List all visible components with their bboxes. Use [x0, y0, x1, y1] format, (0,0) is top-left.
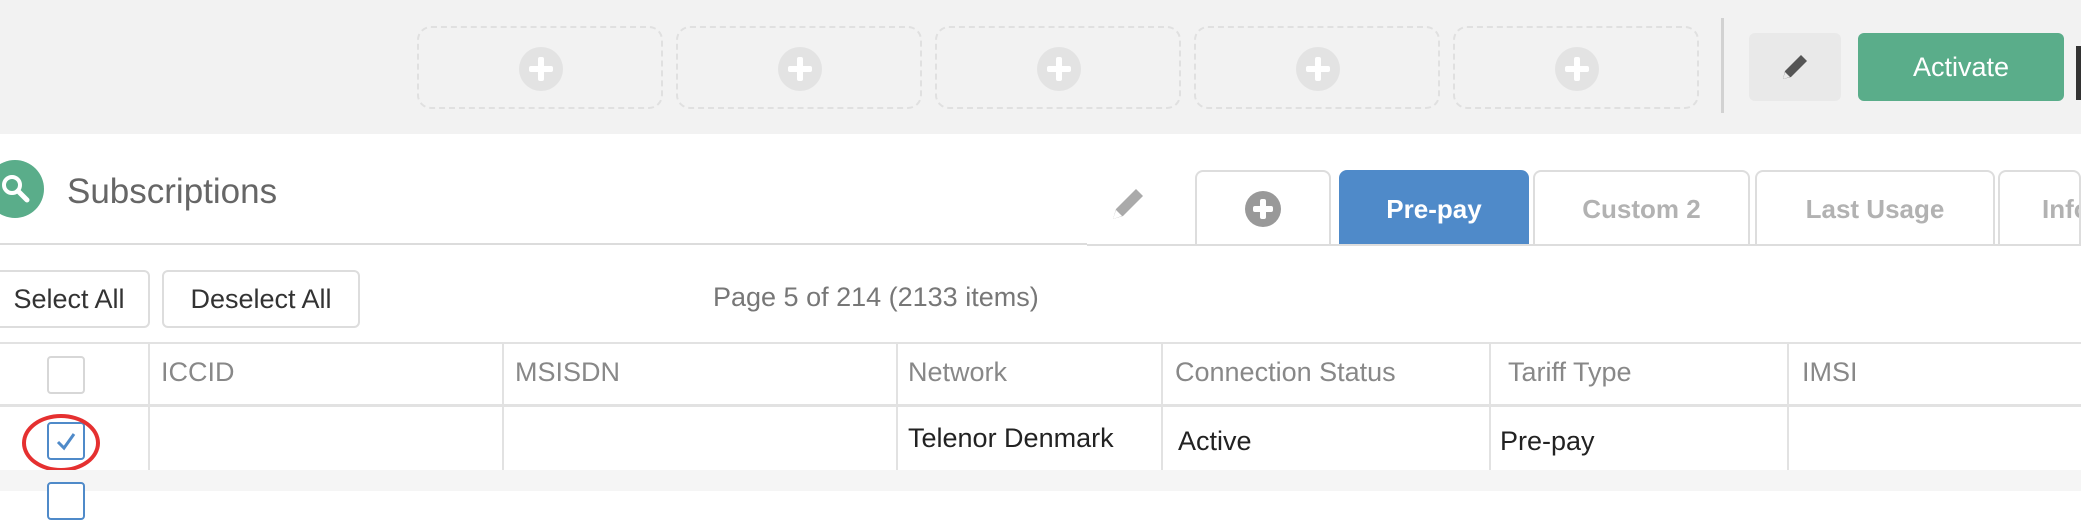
search-button[interactable] — [0, 160, 44, 218]
column-header-iccid[interactable]: ICCID — [161, 357, 235, 388]
column-header-tariff-type[interactable]: Tariff Type — [1508, 357, 1632, 388]
tabs-baseline — [1087, 244, 2081, 246]
tab-info[interactable]: Info — [1998, 170, 2081, 246]
tab-last-usage[interactable]: Last Usage — [1755, 170, 1995, 246]
add-slot[interactable] — [1453, 26, 1699, 109]
add-slot[interactable] — [676, 26, 922, 109]
add-slot[interactable] — [935, 26, 1181, 109]
edit-button[interactable] — [1749, 33, 1841, 101]
toolbar-next-button-edge[interactable] — [2076, 46, 2081, 100]
plus-circle-icon — [778, 47, 822, 91]
column-header-connection-status[interactable]: Connection Status — [1175, 357, 1396, 388]
cell-connection-status: Active — [1178, 426, 1252, 456]
tab-pre-pay[interactable]: Pre-pay — [1339, 170, 1529, 246]
cell-tariff-type: Pre-pay — [1500, 426, 1595, 456]
plus-circle-icon — [1555, 47, 1599, 91]
plus-circle-icon — [1296, 47, 1340, 91]
column-header-msisdn[interactable]: MSISDN — [515, 357, 620, 388]
plus-circle-icon — [1245, 191, 1281, 227]
column-header-network[interactable]: Network — [908, 357, 1007, 388]
cell-network: Telenor Denmark — [908, 423, 1114, 453]
toolbar-divider — [1721, 18, 1724, 113]
row-checkbox[interactable] — [47, 482, 85, 520]
edit-tabs-button[interactable] — [1110, 183, 1148, 228]
search-icon — [2, 175, 30, 203]
deselect-all-button[interactable]: Deselect All — [162, 270, 360, 328]
add-slot[interactable] — [1194, 26, 1440, 109]
pencil-icon — [1113, 189, 1143, 219]
column-divider — [1161, 344, 1163, 491]
title-divider — [0, 243, 1087, 245]
column-divider — [148, 344, 150, 491]
activate-button[interactable]: Activate — [1858, 33, 2064, 101]
column-header-imsi[interactable]: IMSI — [1802, 357, 1858, 388]
select-all-button[interactable]: Select All — [0, 270, 150, 328]
pencil-icon — [1783, 55, 1807, 79]
add-tab-button[interactable] — [1195, 170, 1331, 246]
add-slot[interactable] — [417, 26, 663, 109]
column-divider — [1787, 344, 1789, 491]
table-header-border — [0, 404, 2081, 407]
plus-circle-icon — [519, 47, 563, 91]
tab-custom-2[interactable]: Custom 2 — [1533, 170, 1750, 246]
pagination-info: Page 5 of 214 (2133 items) — [713, 282, 1039, 312]
page-title: Subscriptions — [67, 172, 278, 211]
select-all-checkbox[interactable] — [47, 356, 85, 394]
toolbar: Activate — [0, 0, 2081, 134]
column-divider — [502, 344, 504, 491]
table-row[interactable] — [0, 470, 2081, 520]
highlight-annotation — [22, 414, 100, 472]
column-divider — [896, 344, 898, 491]
table-top-border — [0, 342, 2081, 344]
column-divider — [1489, 344, 1491, 491]
plus-circle-icon — [1037, 47, 1081, 91]
